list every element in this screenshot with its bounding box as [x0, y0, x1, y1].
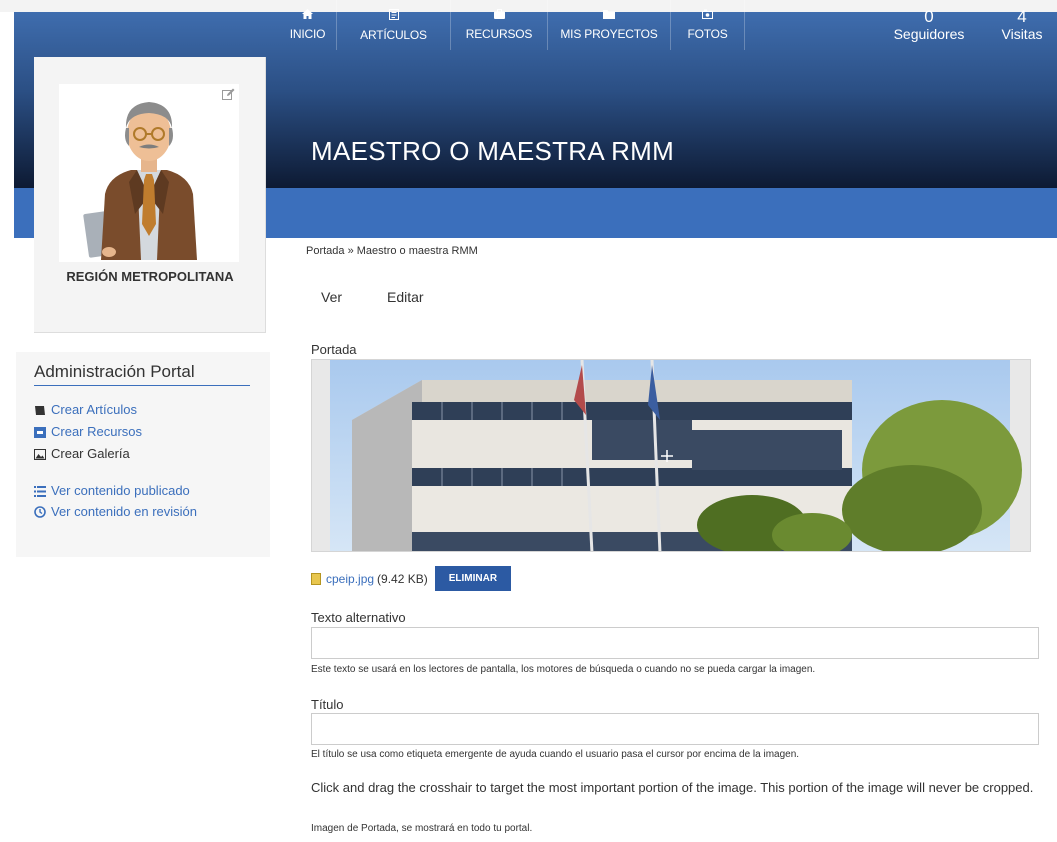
cover-label: Portada: [311, 342, 357, 357]
list-icon: [34, 485, 46, 497]
photo-icon: [702, 9, 713, 22]
nav-item-fotos[interactable]: FOTOS: [671, 0, 745, 50]
link-label: Ver contenido en revisión: [51, 504, 197, 519]
visits-count: 4: [1017, 7, 1027, 26]
cover-note: Imagen de Portada, se mostrará en todo t…: [311, 823, 533, 834]
profile-card: REGIÓN METROPOLITANA: [34, 57, 266, 333]
nav-label: INICIO: [289, 27, 326, 41]
link-label: Ver contenido publicado: [51, 483, 190, 498]
edit-icon[interactable]: [222, 88, 235, 104]
nav-item-inicio[interactable]: INICIO: [279, 0, 337, 50]
region-name: REGIÓN METROPOLITANA: [66, 269, 234, 284]
gallery-icon: [34, 448, 46, 460]
nav-label: RECURSOS: [465, 27, 533, 41]
nav-label: MIS PROYECTOS: [560, 27, 658, 41]
visits-label: Visitas: [1001, 26, 1043, 42]
file-size: (9.42 KB): [377, 571, 428, 586]
visits-stat[interactable]: 4 Visitas: [993, 0, 1051, 50]
briefcase-icon: [493, 9, 505, 22]
breadcrumb[interactable]: Portada » Maestro o maestra RMM: [306, 245, 478, 257]
title-help: El título se usa como etiqueta emergente…: [311, 749, 800, 760]
view-in-review-link[interactable]: Ver contenido en revisión: [34, 504, 197, 519]
link-label: Crear Recursos: [51, 424, 143, 439]
title-label: Título: [311, 697, 344, 712]
create-resources-link[interactable]: Crear Recursos: [34, 424, 142, 439]
admin-title: Administración Portal: [34, 362, 250, 386]
alt-text-input[interactable]: [311, 627, 1039, 659]
create-articles-link[interactable]: Crear Artículos: [34, 402, 137, 417]
page-title: MAESTRO O MAESTRA RMM: [311, 136, 675, 166]
cover-image[interactable]: [311, 359, 1031, 552]
create-gallery-link[interactable]: Crear Galería: [34, 446, 130, 461]
alt-text-label: Texto alternativo: [311, 610, 406, 625]
view-published-link[interactable]: Ver contenido publicado: [34, 483, 190, 498]
alt-text-help: Este texto se usará en los lectores de p…: [311, 664, 816, 675]
folder-icon: [603, 9, 615, 22]
avatar: [59, 84, 239, 262]
nav-item-mis-proyectos[interactable]: MIS PROYECTOS: [548, 0, 671, 50]
tab-editar[interactable]: Editar: [387, 289, 424, 305]
link-label: Crear Artículos: [51, 402, 137, 417]
nav-item-articulos[interactable]: ARTÍCULOS: [337, 0, 451, 50]
followers-count: 0: [924, 7, 934, 26]
book-icon: [34, 404, 46, 415]
home-icon: [302, 9, 313, 22]
nav-label: FOTOS: [687, 27, 728, 41]
clock-icon: [34, 506, 46, 518]
nav-item-recursos[interactable]: RECURSOS: [451, 0, 548, 50]
file-row: cpeip.jpg (9.42 KB) ELIMINAR: [311, 566, 512, 591]
tab-ver[interactable]: Ver: [321, 289, 342, 305]
crop-note: Click and drag the crosshair to target t…: [311, 780, 1034, 795]
remove-button[interactable]: ELIMINAR: [434, 566, 512, 591]
image-file-icon: [311, 572, 321, 585]
followers-stat[interactable]: 0 Seguidores: [885, 0, 973, 50]
link-label: Crear Galería: [51, 446, 130, 461]
admin-panel: Administración Portal Crear Artículos Cr…: [16, 352, 270, 557]
title-input[interactable]: [311, 713, 1039, 745]
file-link[interactable]: cpeip.jpg: [326, 572, 374, 586]
followers-label: Seguidores: [893, 26, 965, 42]
article-icon: [388, 8, 399, 23]
nav-label: ARTÍCULOS: [360, 27, 427, 42]
resource-icon: [34, 426, 46, 438]
